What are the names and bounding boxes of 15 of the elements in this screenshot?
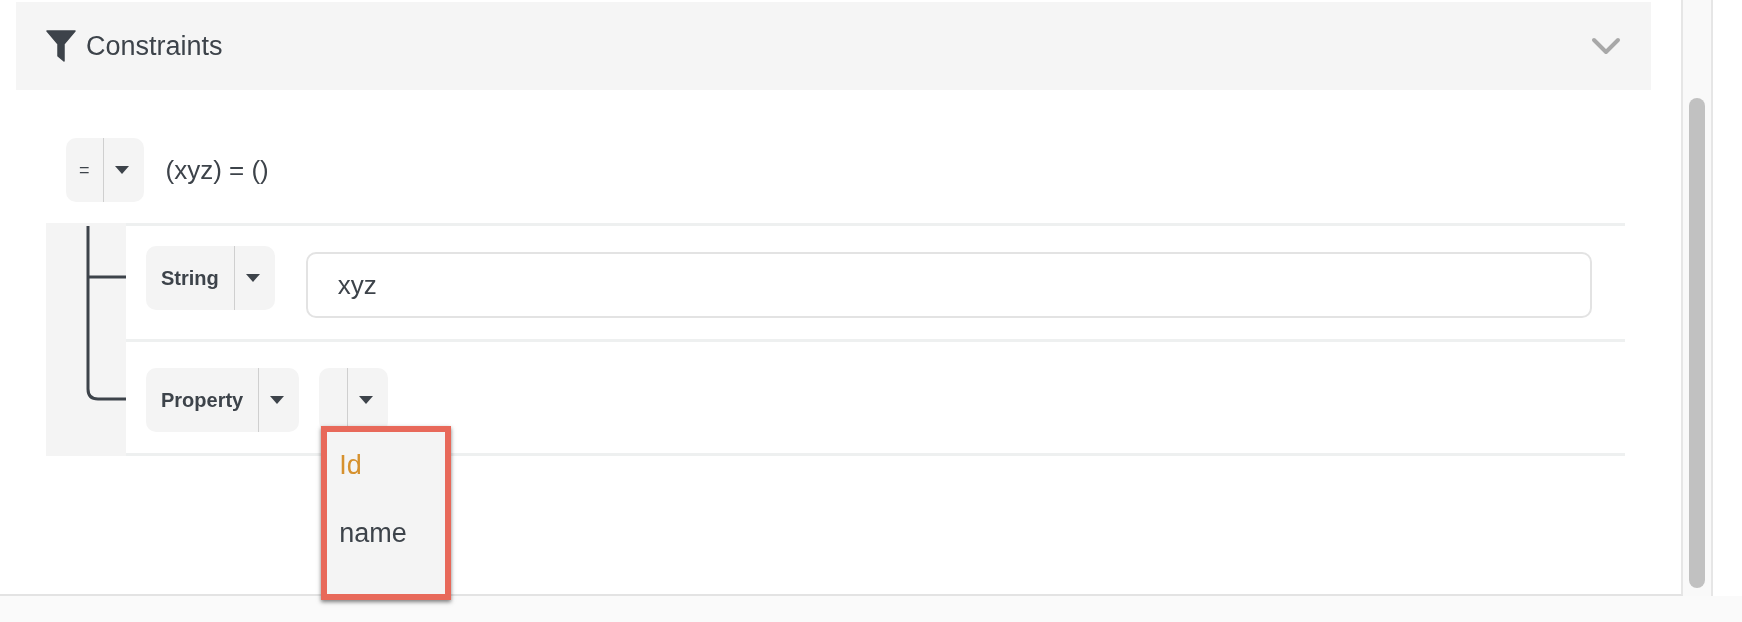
type-dropdown[interactable]: Property [146, 368, 300, 433]
caret-icon [114, 166, 129, 174]
chevron-icon[interactable] [1591, 37, 1621, 55]
panel-header[interactable]: Constraints [16, 2, 1651, 90]
menu-option[interactable]: name [339, 518, 446, 587]
caret-icon [270, 396, 285, 405]
expression-text: (xyz) = () [165, 154, 269, 186]
filter-icon [46, 30, 76, 62]
caret-icon [359, 396, 374, 405]
type-dropdown[interactable]: String [146, 246, 275, 310]
caret-icon [245, 274, 260, 282]
operator-dropdown[interactable]: = [66, 138, 144, 202]
scrollbar[interactable] [1683, 0, 1713, 596]
value-field[interactable]: xyz [305, 252, 1592, 318]
panel-title: Constraints [86, 30, 224, 62]
